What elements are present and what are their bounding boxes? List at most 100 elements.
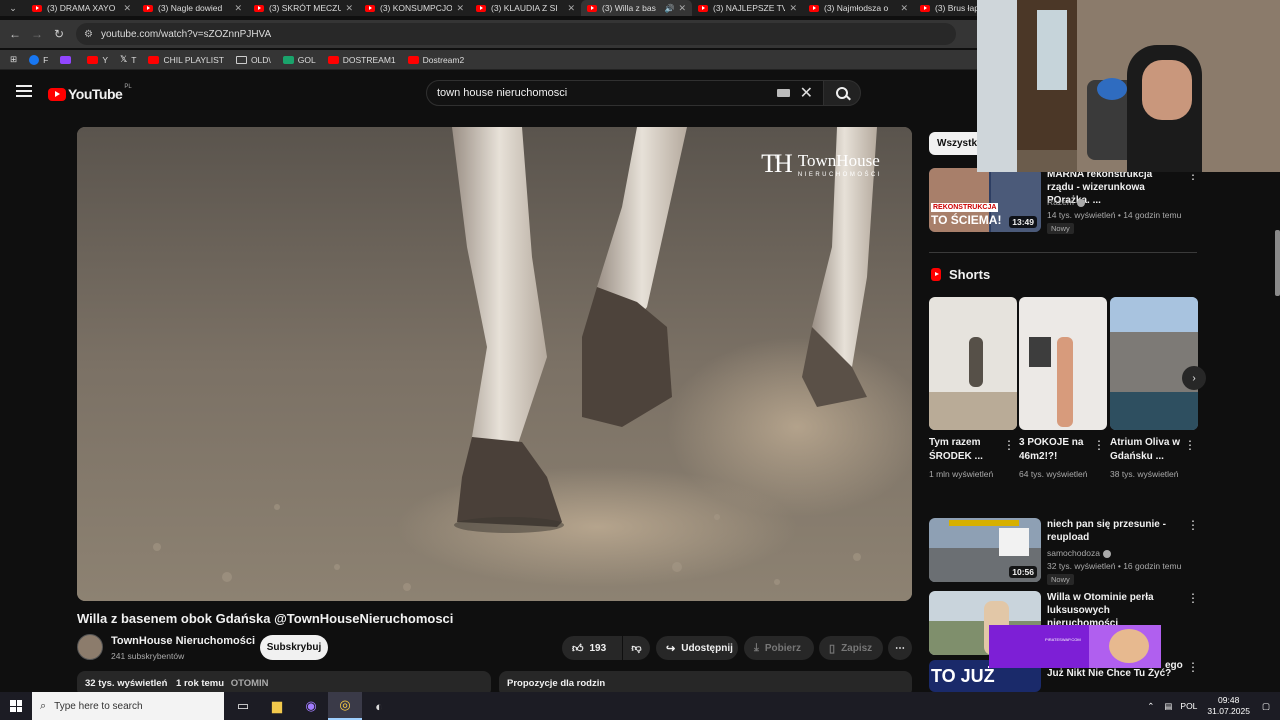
obs-icon[interactable]: ◐ [362, 692, 396, 720]
youtube-logo[interactable]: YouTube PL [48, 84, 132, 102]
youtube-favicon-icon [32, 4, 42, 12]
bookmark-folder-old[interactable]: OLD\ [235, 55, 271, 65]
close-tab-icon[interactable]: ✕ [567, 3, 575, 14]
channel-name[interactable]: Razem [1047, 197, 1085, 207]
bookmark-facebook[interactable]: F [29, 54, 48, 65]
video-title[interactable]: Już Nikt Nie Chce Tu Żyć? [1047, 667, 1177, 680]
short-title[interactable]: Atrium Oliva w Gdańsku ... [1110, 436, 1182, 464]
more-vertical-icon[interactable]: ⋮ [1093, 438, 1105, 452]
like-button[interactable]: 👍︎ 193 [562, 636, 622, 660]
short-title[interactable]: Tym razem ŚRODEK ... [929, 436, 1001, 464]
browser-tab[interactable]: (3) DRAMA XAYO ✕ [26, 0, 137, 16]
more-vertical-icon[interactable]: ⋮ [1187, 591, 1199, 605]
site-info-icon[interactable]: ⚙ [84, 29, 93, 40]
keyboard-language[interactable]: POL [1180, 701, 1197, 711]
browser-tab[interactable]: (3) KLAUDIA Z SI ✕ [470, 0, 581, 16]
close-tab-icon[interactable]: ✕ [678, 3, 686, 14]
bookmark-gol[interactable]: GOL [282, 55, 316, 65]
keyboard-icon[interactable] [776, 89, 790, 97]
search-input[interactable]: town house nieruchomosci ✕ [426, 80, 824, 106]
recommended-video[interactable]: 10:56 niech pan się przesunie - reupload… [929, 518, 1199, 588]
save-button[interactable]: ▯ Zapisz [819, 636, 883, 660]
network-icon[interactable]: ▤ [1164, 701, 1172, 712]
browser-tab[interactable]: (3) NAJLEPSZE TV ✕ [692, 0, 803, 16]
windows-taskbar: ⌕ Type here to search ▭ ▆ ◉ ◎ ◐ ⌃ ▤ POL … [0, 692, 1280, 720]
bookmark-dostream2[interactable]: Dostream2 [407, 55, 464, 65]
page-scrollbar[interactable] [1275, 230, 1280, 296]
forward-arrow-icon[interactable]: → [26, 27, 48, 41]
townhouse-watermark: TH TownHouse NIERUCHOMOŚCI [761, 149, 882, 179]
chrome-icon[interactable]: ◎ [328, 692, 362, 720]
dislike-button[interactable]: 👎︎ [623, 636, 650, 660]
subscribe-button[interactable]: Subskrybuj [260, 635, 328, 660]
chat-app-icon[interactable]: ◉ [294, 692, 328, 720]
more-actions-button[interactable]: ⋯ [888, 636, 912, 660]
bookmark-dostream1[interactable]: DOSTREAM1 [327, 55, 396, 65]
channel-name[interactable]: TownHouse Nieruchomości [111, 635, 255, 647]
short-item[interactable]: 3 POKOJE na 46m2!?! ⋮ 64 tys. wyświetleń [1019, 297, 1107, 479]
channel-name[interactable]: samochodoza [1047, 548, 1111, 558]
more-vertical-icon[interactable]: ⋮ [1187, 660, 1199, 674]
ad-overlay-banner[interactable]: PIRATESWAP.COM [989, 625, 1161, 668]
close-tab-icon[interactable]: ✕ [234, 3, 242, 14]
task-view-icon[interactable]: ▭ [226, 692, 260, 720]
search-button[interactable] [823, 80, 861, 106]
close-tab-icon[interactable]: ✕ [789, 3, 797, 14]
start-button[interactable] [0, 692, 32, 720]
url-field[interactable]: ⚙ youtube.com/watch?v=sZOZnnPJHVA [76, 23, 956, 45]
browser-tab[interactable]: (3) Nagle dowied ✕ [137, 0, 248, 16]
taskbar-search-input[interactable]: ⌕ Type here to search [32, 692, 224, 720]
back-arrow-icon[interactable]: ← [4, 27, 26, 41]
short-title[interactable]: 3 POKOJE na 46m2!?! [1019, 436, 1091, 464]
short-item[interactable]: Tym razem ŚRODEK ... ⋮ 1 mln wyświetleń [929, 297, 1017, 479]
search-query: town house nieruchomosci [437, 87, 568, 99]
close-tab-icon[interactable]: ✕ [456, 3, 464, 14]
bookmark-twitch[interactable] [60, 55, 75, 64]
video-thumbnail[interactable]: REKONSTRUKCJA TO ŚCIEMA! 13:49 [929, 168, 1041, 232]
more-vertical-icon[interactable]: ⋮ [1184, 438, 1196, 452]
apps-grid-icon[interactable]: ⊞ [10, 54, 17, 65]
browser-tab-active[interactable]: (3) Willa z bas 🔊 ✕ [581, 0, 692, 16]
shorts-next-chevron-icon[interactable]: › [1182, 366, 1206, 390]
tray-chevron-icon[interactable]: ⌃ [1147, 701, 1154, 712]
more-vertical-icon[interactable]: ⋮ [1187, 518, 1199, 532]
gol-icon [282, 55, 294, 64]
bookmark-chil-playlist[interactable]: CHIL PLAYLIST [148, 55, 224, 65]
short-thumbnail[interactable] [1110, 297, 1198, 430]
file-explorer-icon[interactable]: ▆ [260, 692, 294, 720]
download-button[interactable]: ⤓ Pobierz [744, 636, 814, 660]
clock[interactable]: 09:48 31.07.2025 [1207, 695, 1250, 717]
video-thumbnail[interactable]: 10:56 [929, 518, 1041, 582]
close-tab-icon[interactable]: ✕ [123, 3, 131, 14]
hashtag[interactable]: OTOMIN [231, 678, 269, 689]
video-title[interactable]: niech pan się przesunie - reupload [1047, 518, 1177, 544]
menu-hamburger-icon[interactable] [16, 85, 32, 97]
browser-tab[interactable]: (3) SKRÓT MECZU ✕ [248, 0, 359, 16]
recommended-video[interactable]: REKONSTRUKCJA TO ŚCIEMA! 13:49 MARNA rek… [929, 168, 1199, 238]
browser-tab[interactable]: (3) KONSUMPCJO ✕ [359, 0, 470, 16]
tab-search-chevron-icon[interactable]: ⌄ [0, 0, 26, 16]
youtube-favicon-icon [698, 4, 708, 12]
short-views: 38 tys. wyświetleń [1110, 469, 1179, 479]
bookmark-icon: ▯ [829, 642, 836, 655]
ad-text: PIRATESWAP.COM [1045, 637, 1081, 642]
channel-avatar[interactable] [77, 634, 103, 660]
notification-icon[interactable]: ▢ [1262, 701, 1270, 712]
clear-search-icon[interactable]: ✕ [800, 83, 813, 103]
video-player[interactable]: TH TownHouse NIERUCHOMOŚCI [77, 127, 912, 601]
more-vertical-icon[interactable]: ⋮ [1003, 438, 1015, 452]
reload-icon[interactable]: ↻ [48, 27, 70, 41]
short-thumbnail[interactable] [1019, 297, 1107, 430]
url-text: youtube.com/watch?v=sZOZnnPJHVA [100, 28, 272, 40]
bookmark-x[interactable]: 𝕏T [120, 54, 136, 65]
new-badge: Nowy [1047, 223, 1074, 234]
close-tab-icon[interactable]: ✕ [345, 3, 353, 14]
short-item[interactable]: Atrium Oliva w Gdańsku ... ⋮ 38 tys. wyś… [1110, 297, 1198, 479]
short-thumbnail[interactable] [929, 297, 1017, 430]
close-tab-icon[interactable]: ✕ [900, 3, 908, 14]
share-button[interactable]: ↪ Udostępnij [656, 636, 738, 660]
bookmark-youtube[interactable]: Y [87, 55, 108, 65]
speaker-icon[interactable]: 🔊 [664, 4, 674, 13]
webcam-overlay [977, 0, 1280, 172]
browser-tab[interactable]: (3) Najmłodsza o ✕ [803, 0, 914, 16]
